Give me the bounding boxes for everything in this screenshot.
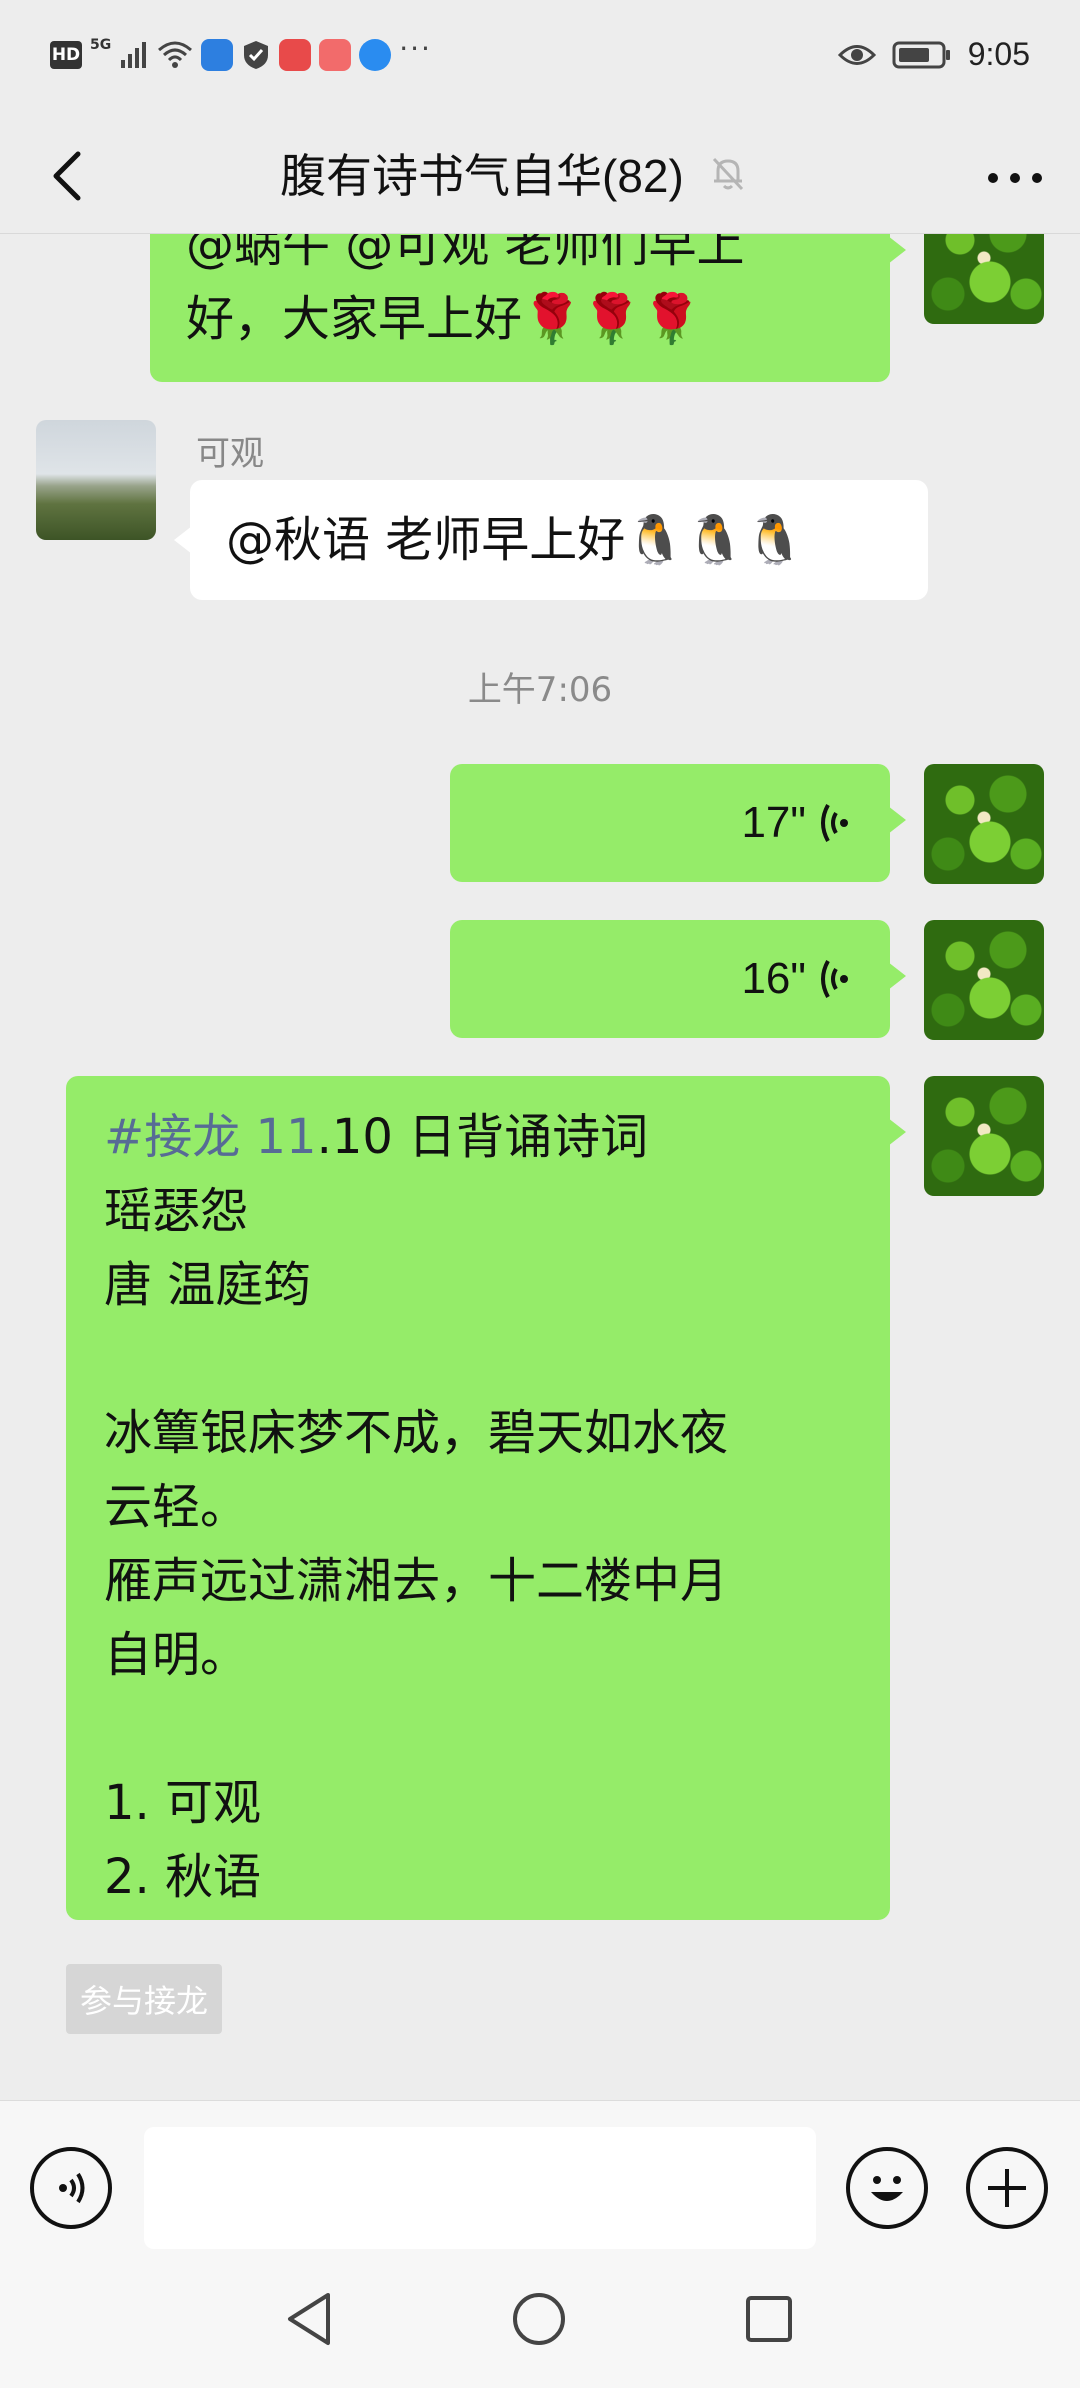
my-avatar[interactable] bbox=[924, 764, 1044, 884]
status-right: 9:05 bbox=[837, 36, 1030, 73]
nav-recents-button[interactable] bbox=[734, 2284, 804, 2354]
solitaire-body: 瑶瑟怨 唐 温庭筠 冰簟银床梦不成，碧天如水夜 云轻。 雁声远过潇湘去，十二楼中… bbox=[104, 1183, 729, 1905]
emoji-button[interactable] bbox=[846, 2147, 928, 2229]
chat-title: 腹有诗书气自华(82) bbox=[280, 150, 684, 202]
message-text-line: @蜗牛 @可观 老师们早上 bbox=[186, 234, 745, 273]
network-type-label: 5G bbox=[90, 36, 112, 53]
voice-duration: 16" bbox=[741, 954, 806, 1003]
message-list[interactable]: @蜗牛 @可观 老师们早上 好，大家早上好🌹🌹🌹 可观 @秋语 老师早上好🐧🐧🐧… bbox=[0, 234, 1080, 2100]
voice-message-bubble[interactable]: 17" bbox=[450, 764, 906, 882]
eye-icon bbox=[837, 42, 876, 68]
system-nav-bar bbox=[0, 2250, 1080, 2388]
shield-icon bbox=[241, 39, 271, 71]
voice-mode-icon bbox=[59, 2172, 85, 2204]
wifi-icon bbox=[157, 40, 193, 70]
hd-icon: HD bbox=[50, 40, 82, 69]
back-button[interactable] bbox=[36, 144, 100, 208]
my-avatar[interactable] bbox=[924, 1076, 1044, 1196]
nav-home-button[interactable] bbox=[504, 2284, 574, 2354]
message-input[interactable] bbox=[144, 2127, 816, 2249]
voice-mode-button[interactable] bbox=[30, 2147, 112, 2229]
join-solitaire-button[interactable]: 参与接龙 bbox=[66, 1964, 222, 2034]
sender-avatar-kegan[interactable] bbox=[36, 420, 156, 540]
message-bubble-other[interactable]: @秋语 老师早上好🐧🐧🐧 bbox=[174, 480, 928, 600]
voice-wave-icon bbox=[821, 804, 848, 842]
chat-more-button[interactable] bbox=[980, 148, 1050, 208]
back-arrow-icon bbox=[53, 151, 81, 201]
battery-icon bbox=[892, 40, 952, 70]
voice-duration: 17" bbox=[741, 798, 806, 847]
sender-name: 可观 bbox=[196, 434, 264, 474]
timestamp: 上午7:06 bbox=[467, 670, 613, 710]
my-avatar[interactable] bbox=[924, 234, 1044, 324]
chat-header: 腹有诗书气自华(82) bbox=[0, 118, 1080, 234]
nav-back-icon bbox=[288, 2293, 330, 2345]
message-bubble-own[interactable]: @蜗牛 @可观 老师们早上 好，大家早上好🌹🌹🌹 bbox=[150, 234, 906, 382]
book-app-icon bbox=[279, 38, 312, 71]
app-notification-icon bbox=[201, 38, 234, 71]
hashtag-link[interactable]: #接龙 11 bbox=[104, 1109, 317, 1165]
plus-button[interactable] bbox=[966, 2147, 1048, 2229]
voice-message-bubble[interactable]: 16" bbox=[450, 920, 906, 1038]
message-text: @秋语 老师早上好🐧🐧🐧 bbox=[226, 512, 805, 568]
mute-bell-icon bbox=[708, 153, 748, 193]
my-avatar[interactable] bbox=[924, 920, 1044, 1040]
solitaire-heading-text: .10 日背诵诗词 bbox=[316, 1109, 649, 1165]
browser-app-icon bbox=[359, 38, 392, 71]
message-text-line: 好，大家早上好🌹🌹🌹 bbox=[186, 291, 702, 347]
status-bar: HD 5G ··· 9:05 bbox=[0, 0, 1080, 118]
nav-recents-icon bbox=[746, 2296, 792, 2342]
voice-wave-icon bbox=[821, 960, 848, 998]
voice-content: 17" bbox=[741, 764, 850, 882]
emoji-icon bbox=[871, 2176, 903, 2201]
status-left: HD 5G ··· bbox=[50, 32, 432, 71]
input-bar bbox=[0, 2100, 1080, 2250]
more-notifications-icon: ··· bbox=[399, 32, 432, 65]
chat-title-group: 腹有诗书气自华(82) bbox=[280, 140, 748, 206]
shopping-app-icon bbox=[319, 38, 352, 71]
nav-back-button[interactable] bbox=[274, 2284, 344, 2354]
more-dots-icon bbox=[988, 173, 1042, 183]
solitaire-heading: #接龙 11.10 日背诵诗词 bbox=[104, 1100, 852, 1174]
voice-content: 16" bbox=[741, 920, 850, 1038]
plus-icon bbox=[988, 2169, 1026, 2207]
clock: 9:05 bbox=[967, 36, 1030, 72]
solitaire-message-bubble[interactable]: #接龙 11.10 日背诵诗词 瑶瑟怨 唐 温庭筠 冰簟银床梦不成，碧天如水夜 … bbox=[66, 1076, 906, 1920]
nav-home-icon bbox=[513, 2293, 565, 2345]
signal-icon bbox=[119, 40, 149, 70]
